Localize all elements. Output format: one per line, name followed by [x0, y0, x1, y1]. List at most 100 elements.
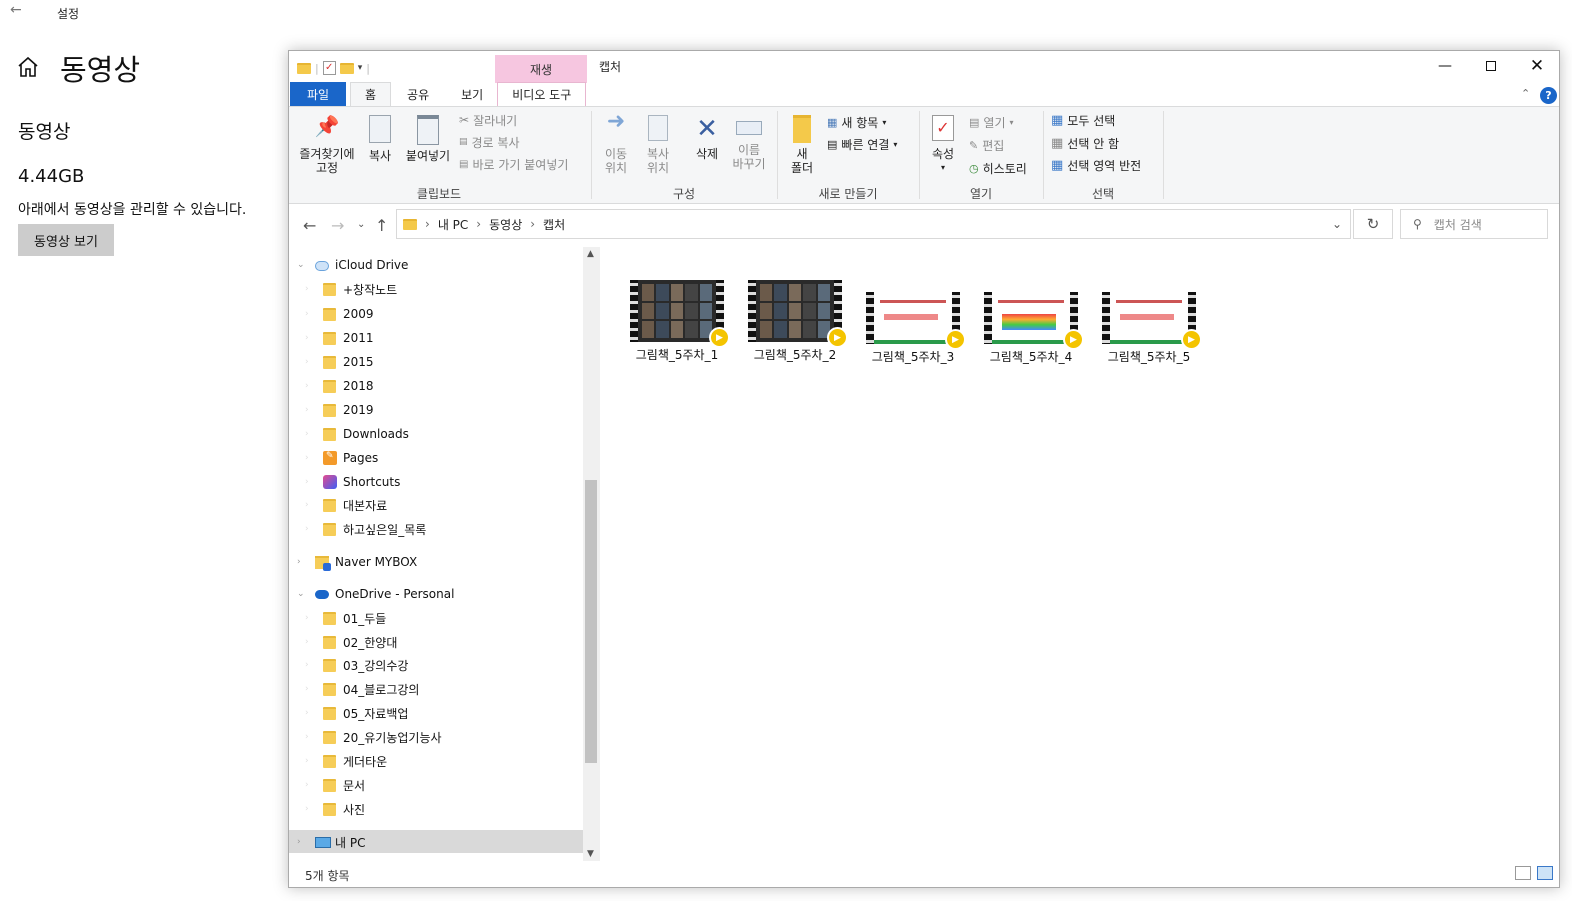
expand-chevron-icon[interactable]: ›: [305, 357, 309, 367]
expand-chevron-icon[interactable]: ›: [297, 557, 301, 567]
edit-button[interactable]: ✎ 편집: [969, 136, 1004, 154]
select-none-button[interactable]: ▦ 선택 안 함: [1051, 134, 1119, 152]
tree-item[interactable]: › 하고싶은일_목록: [289, 517, 583, 541]
tab-video-tools[interactable]: 비디오 도구: [497, 82, 587, 106]
paste-shortcut-button[interactable]: ▤ 바로 가기 붙여넣기: [459, 155, 568, 173]
help-icon[interactable]: ?: [1540, 87, 1557, 104]
new-folder-button[interactable]: 새 폴더: [783, 115, 821, 175]
large-icons-view-icon[interactable]: [1537, 866, 1553, 880]
back-arrow-icon[interactable]: ←: [10, 2, 22, 18]
tree-item[interactable]: › 05_자료백업: [289, 701, 583, 725]
tree-item[interactable]: › 2018: [289, 374, 583, 398]
move-to-button[interactable]: ➜ 이동 위치: [597, 111, 635, 176]
expand-chevron-icon[interactable]: ›: [305, 284, 309, 294]
video-file-item[interactable]: ▶ 그림책_5주차_4: [975, 292, 1087, 365]
expand-chevron-icon[interactable]: ›: [305, 524, 309, 534]
view-videos-button[interactable]: 동영상 보기: [18, 224, 114, 256]
expand-chevron-icon[interactable]: ›: [305, 405, 309, 415]
delete-button[interactable]: ✕ 삭제: [689, 115, 725, 161]
copy-path-button[interactable]: ▤ 경로 복사: [459, 133, 520, 151]
tree-item[interactable]: › 01_두들: [289, 606, 583, 630]
tree-item[interactable]: › 03_강의수강: [289, 653, 583, 677]
copy-to-button[interactable]: 복사 위치: [639, 115, 677, 175]
tree-item[interactable]: › 2009: [289, 302, 583, 326]
expand-chevron-icon[interactable]: ›: [305, 477, 309, 487]
select-all-button[interactable]: ▦ 모두 선택: [1051, 111, 1115, 129]
expand-chevron-icon[interactable]: ⌄: [297, 260, 305, 270]
copy-button[interactable]: 복사: [365, 115, 395, 163]
details-view-icon[interactable]: [1515, 866, 1531, 880]
pin-quick-access-button[interactable]: 📌 즐겨찾기에 고정: [295, 116, 359, 175]
video-file-item[interactable]: ▶ 그림책_5주차_2: [739, 280, 851, 363]
video-file-item[interactable]: ▶ 그림책_5주차_1: [621, 280, 733, 363]
tab-home[interactable]: 홈: [350, 82, 392, 106]
expand-chevron-icon[interactable]: ›: [305, 333, 309, 343]
video-file-item[interactable]: ▶ 그림책_5주차_3: [857, 292, 969, 365]
cut-button[interactable]: ✂ 잘라내기: [459, 111, 517, 129]
breadcrumb-videos[interactable]: 동영상: [489, 216, 522, 233]
open-button[interactable]: ▤ 열기 ▾: [969, 113, 1014, 131]
tree-item[interactable]: ⌄ iCloud Drive: [289, 253, 583, 277]
expand-chevron-icon[interactable]: ›: [305, 660, 309, 670]
collapse-ribbon-icon[interactable]: ⌃: [1521, 87, 1530, 100]
tree-item[interactable]: › 문서: [289, 773, 583, 797]
close-icon[interactable]: ✕: [1514, 51, 1560, 81]
tree-item[interactable]: › 2011: [289, 326, 583, 350]
search-input[interactable]: ⚲ 캡처 검색: [1400, 209, 1548, 239]
tree-item[interactable]: › 2019: [289, 398, 583, 422]
tree-item[interactable]: › 사진: [289, 797, 583, 821]
address-dropdown-chevron-icon[interactable]: ⌄: [1332, 217, 1342, 231]
up-arrow-icon[interactable]: ↑: [375, 216, 388, 235]
customize-qat-icon[interactable]: ▾: [358, 63, 363, 73]
expand-chevron-icon[interactable]: ›: [305, 381, 309, 391]
tree-item[interactable]: › ✎ Pages: [289, 446, 583, 470]
expand-chevron-icon[interactable]: ›: [305, 500, 309, 510]
scrollbar-thumb[interactable]: [585, 480, 597, 763]
home-icon[interactable]: [16, 55, 42, 81]
tree-item[interactable]: › 20_유기농업기능사: [289, 725, 583, 749]
expand-chevron-icon[interactable]: ›: [305, 804, 309, 814]
properties-check-icon[interactable]: ✓: [322, 61, 336, 75]
expand-chevron-icon[interactable]: ›: [305, 780, 309, 790]
expand-chevron-icon[interactable]: ›: [305, 684, 309, 694]
expand-chevron-icon[interactable]: ›: [305, 708, 309, 718]
breadcrumb-pc[interactable]: 내 PC: [438, 216, 468, 233]
tree-item[interactable]: › Shortcuts: [289, 470, 583, 494]
invert-selection-button[interactable]: ▦ 선택 영역 반전: [1051, 156, 1141, 174]
forward-arrow-icon[interactable]: →: [331, 216, 344, 235]
refresh-icon[interactable]: ↻: [1353, 209, 1393, 239]
expand-chevron-icon[interactable]: ›: [305, 429, 309, 439]
tree-item[interactable]: › Naver MYBOX: [289, 550, 583, 574]
tree-item[interactable]: ⌄ OneDrive - Personal: [289, 582, 583, 606]
expand-chevron-icon[interactable]: ›: [305, 756, 309, 766]
tree-item[interactable]: › 2015: [289, 350, 583, 374]
address-bar[interactable]: › 내 PC › 동영상 › 캡처 ⌄: [396, 209, 1351, 239]
new-item-button[interactable]: ▦ 새 항목 ▾: [827, 113, 886, 131]
video-file-item[interactable]: ▶ 그림책_5주차_5: [1093, 292, 1205, 365]
tree-item[interactable]: › Downloads: [289, 422, 583, 446]
expand-chevron-icon[interactable]: ›: [305, 309, 309, 319]
scroll-up-icon[interactable]: ▲: [587, 249, 594, 259]
recent-locations-chevron-icon[interactable]: ⌄: [357, 219, 365, 230]
rename-button[interactable]: 이름 바꾸기: [729, 115, 769, 171]
scroll-down-icon[interactable]: ▼: [587, 849, 594, 859]
tree-item[interactable]: › 대본자료: [289, 493, 583, 517]
tree-item[interactable]: › +창작노트: [289, 277, 583, 301]
new-folder-icon[interactable]: [339, 62, 354, 74]
expand-chevron-icon[interactable]: ›: [305, 613, 309, 623]
tree-item[interactable]: › 게더타운: [289, 749, 583, 773]
expand-chevron-icon[interactable]: ›: [297, 837, 301, 847]
paste-button[interactable]: 붙여넣기: [403, 115, 453, 163]
tree-item[interactable]: › 02_한양대: [289, 630, 583, 654]
breadcrumb-capture[interactable]: 캡처: [543, 216, 565, 233]
tab-view[interactable]: 보기: [447, 82, 497, 106]
minimize-icon[interactable]: —: [1422, 51, 1468, 81]
tab-file[interactable]: 파일: [290, 82, 346, 106]
tree-item[interactable]: › 내 PC: [289, 830, 583, 853]
folder-icon[interactable]: [297, 62, 311, 74]
maximize-icon[interactable]: [1468, 51, 1514, 81]
expand-chevron-icon[interactable]: ›: [305, 637, 309, 647]
expand-chevron-icon[interactable]: ⌄: [297, 589, 305, 599]
expand-chevron-icon[interactable]: ›: [305, 732, 309, 742]
properties-button[interactable]: ✓ 속성 ▾: [925, 115, 961, 175]
